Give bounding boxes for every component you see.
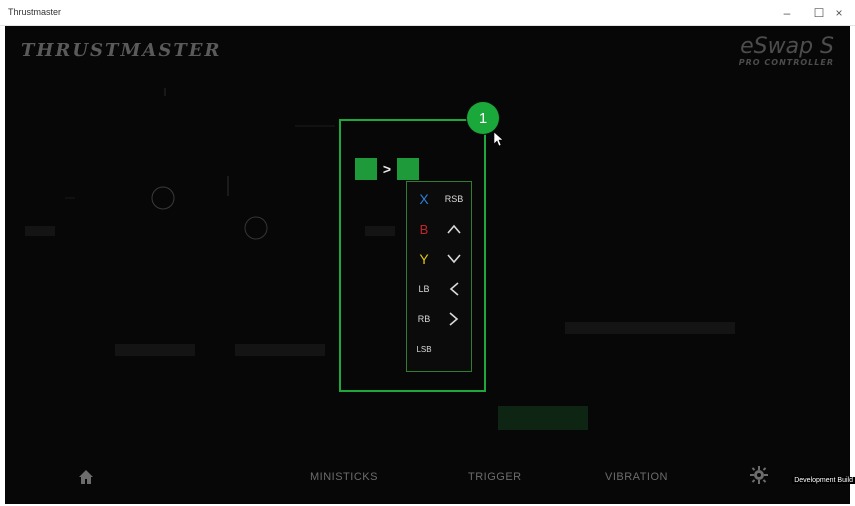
mapping-arrow: >: [382, 161, 392, 177]
option-b[interactable]: B: [411, 220, 437, 238]
chevron-left-icon: [449, 282, 459, 296]
app-canvas: THRUSTMASTER eSwap S PRO CONTROLLER > X …: [5, 26, 850, 504]
option-x[interactable]: X: [411, 190, 437, 208]
mouse-cursor-icon: [494, 132, 504, 147]
option-rsb[interactable]: RSB: [441, 190, 467, 208]
callout-badge: 1: [467, 102, 499, 134]
window-titlebar: Thrustmaster – ☐ ×: [0, 0, 855, 26]
eswap-logo-main: eSwap S: [740, 34, 834, 59]
option-y-label: Y: [419, 251, 429, 267]
nav-vibration[interactable]: VIBRATION: [605, 471, 668, 483]
home-icon[interactable]: [78, 469, 94, 485]
target-button-slot[interactable]: [397, 158, 419, 180]
option-lsb-label: LSB: [416, 344, 432, 354]
button-select-dropdown[interactable]: X RSB B Y LB RB LSB: [406, 181, 472, 372]
eswap-logo: eSwap S PRO CONTROLLER: [738, 34, 834, 68]
dropdown-row: X RSB: [407, 184, 473, 214]
development-build-label: Development Build: [792, 477, 855, 484]
option-y[interactable]: Y: [411, 250, 437, 268]
option-dpad-left[interactable]: [441, 280, 467, 298]
option-dpad-down[interactable]: [441, 250, 467, 268]
option-dpad-up[interactable]: [441, 220, 467, 238]
minimize-button[interactable]: –: [770, 0, 804, 26]
chevron-right-icon: [449, 312, 459, 326]
source-button-slot[interactable]: [355, 158, 377, 180]
nav-trigger[interactable]: TRIGGER: [468, 471, 522, 483]
option-x-label: X: [419, 191, 429, 207]
dropdown-row: B: [407, 214, 473, 244]
option-rb[interactable]: RB: [411, 310, 437, 328]
nav-ministicks[interactable]: MINISTICKS: [310, 471, 378, 483]
gear-icon[interactable]: [750, 466, 768, 484]
close-button[interactable]: ×: [822, 0, 855, 26]
thrustmaster-logo: THRUSTMASTER: [21, 40, 222, 61]
option-lb-label: LB: [418, 284, 430, 294]
button-mapping-row: >: [355, 158, 419, 180]
dropdown-row: LSB: [407, 334, 473, 364]
dropdown-row: Y: [407, 244, 473, 274]
dropdown-row: RB: [407, 304, 473, 334]
option-rsb-label: RSB: [444, 194, 464, 204]
chevron-up-icon: [447, 224, 461, 234]
dropdown-row: LB: [407, 274, 473, 304]
eswap-logo-sub: PRO CONTROLLER: [738, 58, 834, 67]
bottom-nav: MINISTICKS TRIGGER VIBRATION: [5, 456, 850, 504]
option-lsb[interactable]: LSB: [411, 340, 437, 358]
window-title: Thrustmaster: [8, 7, 62, 17]
option-b-label: B: [419, 221, 429, 237]
option-dpad-right[interactable]: [441, 310, 467, 328]
option-rb-label: RB: [417, 314, 431, 324]
chevron-down-icon: [447, 254, 461, 264]
option-lb[interactable]: LB: [411, 280, 437, 298]
